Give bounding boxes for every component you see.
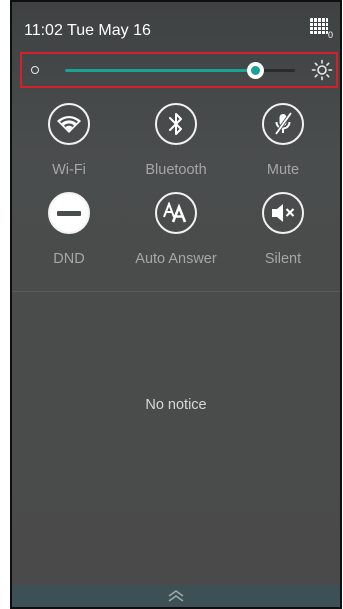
toggle-auto-answer[interactable]: Auto Answer <box>126 192 226 287</box>
mic-mute-icon <box>262 103 304 145</box>
empty-notifications-text: No notice <box>145 397 207 413</box>
toggle-wifi[interactable]: Wi-Fi <box>19 103 119 198</box>
toggle-bluetooth[interactable]: Bluetooth <box>126 103 226 198</box>
toggle-mute[interactable]: Mute <box>233 103 333 198</box>
toggle-silent[interactable]: Silent <box>233 192 333 287</box>
wifi-icon <box>48 103 90 145</box>
status-count: 0 <box>328 30 334 40</box>
notification-shade: 11:02 Tue May 16 0 Wi-Fi Bluetooth Mute … <box>12 2 340 607</box>
toggle-label: Bluetooth <box>145 162 207 178</box>
status-bar: 11:02 Tue May 16 0 <box>12 2 340 46</box>
speaker-mute-icon <box>262 192 304 234</box>
status-time: 11:02 Tue May 16 <box>24 22 151 39</box>
phone-frame: 11:02 Tue May 16 0 Wi-Fi Bluetooth Mute … <box>10 0 342 609</box>
brightness-high-icon[interactable] <box>311 59 333 81</box>
toggle-label: Auto Answer <box>135 251 217 267</box>
grid-keypad-icon <box>310 18 328 34</box>
divider <box>12 291 340 292</box>
toggle-label: Wi-Fi <box>52 162 86 178</box>
bluetooth-icon <box>155 103 197 145</box>
toggle-dnd[interactable]: DND <box>19 192 119 287</box>
toggle-label: Silent <box>264 251 302 267</box>
chevron-double-up-icon <box>168 590 184 602</box>
shade-collapse-handle[interactable] <box>12 585 340 607</box>
toggle-label: Mute <box>266 162 300 178</box>
brightness-low-icon <box>31 66 39 74</box>
do-not-disturb-icon <box>48 192 90 234</box>
auto-answer-icon <box>155 192 197 234</box>
toggle-label: DND <box>53 251 85 267</box>
brightness-slider-fill <box>65 69 256 72</box>
